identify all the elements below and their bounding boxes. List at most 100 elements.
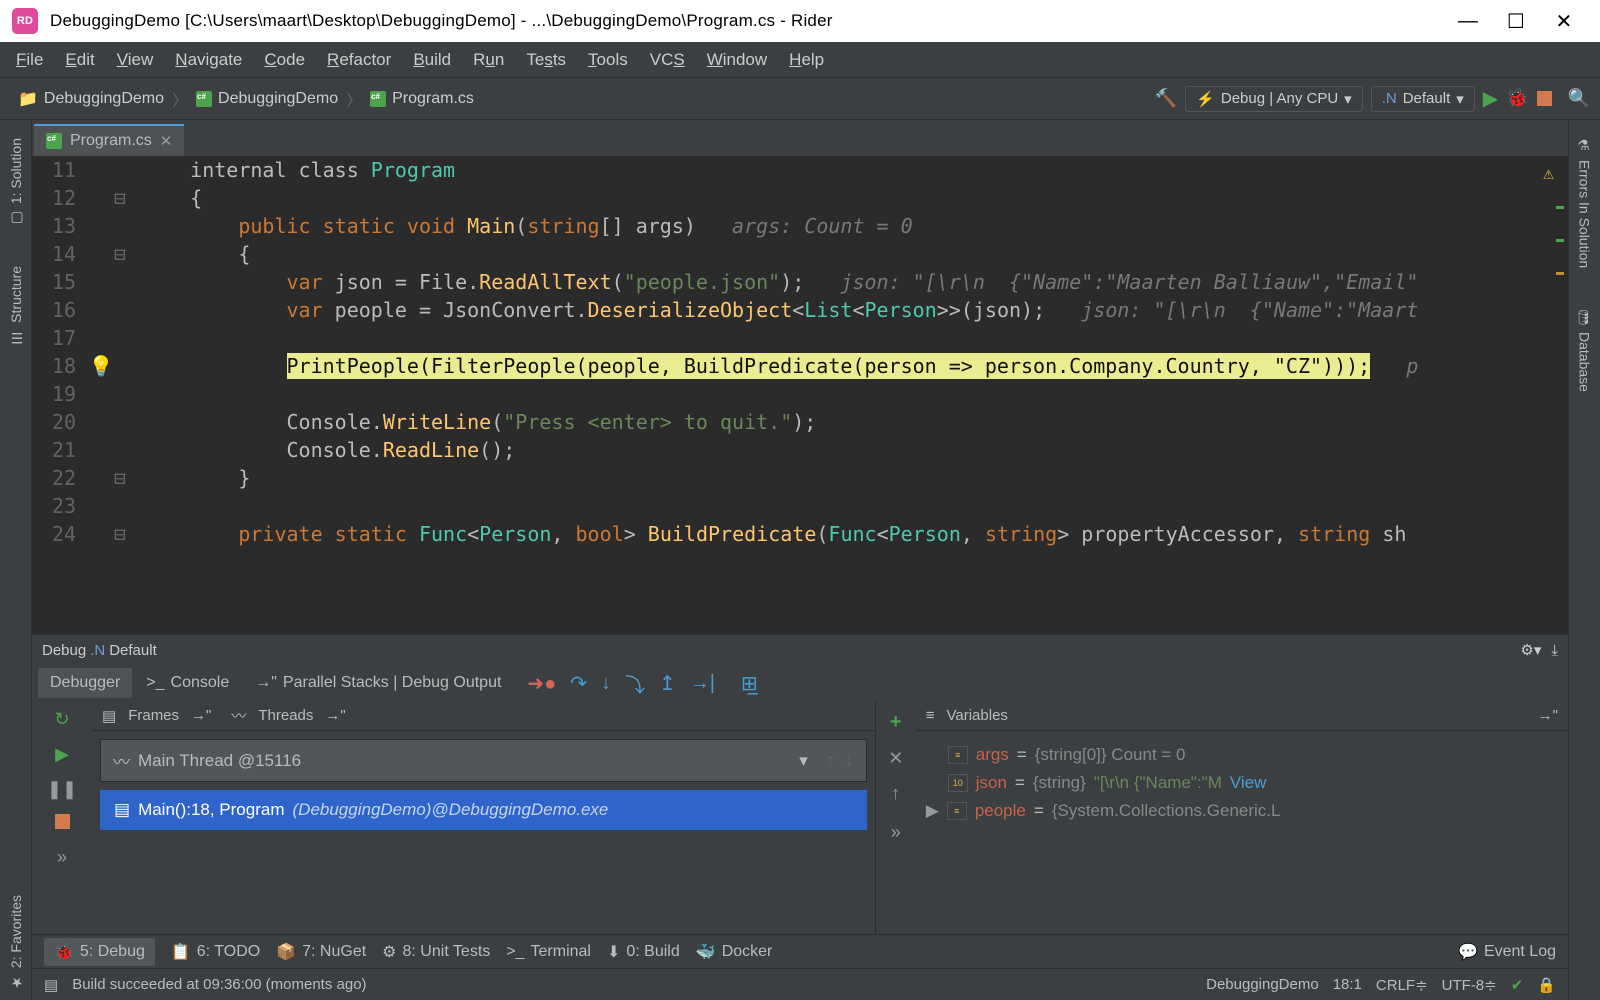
bottom-tab[interactable]: ⬇0: Build (607, 942, 680, 962)
favorites-tab[interactable]: ★2: Favorites (6, 885, 26, 1000)
encoding[interactable]: UTF-8≑ (1442, 976, 1497, 994)
bottom-tab[interactable]: 🐳Docker (696, 942, 773, 962)
code-line[interactable]: 21 Console.ReadLine(); (32, 436, 1568, 464)
build-icon[interactable]: 🔨 (1155, 88, 1177, 109)
rerun-icon[interactable]: ↻ (54, 709, 69, 730)
fold-icon[interactable]: ⊟ (114, 184, 142, 212)
prev-frame-icon[interactable]: ↑ (826, 750, 835, 771)
debug-button[interactable]: 🐞 (1506, 88, 1528, 109)
menu-edit[interactable]: Edit (55, 46, 104, 74)
step-into-icon[interactable]: ↓ (601, 672, 611, 695)
menu-build[interactable]: Build (403, 46, 461, 74)
step-over-icon[interactable]: ↷ (570, 671, 587, 696)
next-frame-icon[interactable]: ↓ (845, 750, 854, 771)
config-combo[interactable]: ⚡ Debug | Any CPU ▾ (1185, 86, 1363, 112)
menu-tools[interactable]: Tools (578, 46, 638, 74)
lock-icon[interactable]: 🔒 (1537, 976, 1556, 994)
editor-tab-program[interactable]: Program.cs ✕ (34, 124, 184, 156)
run-to-cursor-icon[interactable]: →| (690, 672, 715, 695)
crumb-project[interactable]: DebuggingDemo (218, 90, 338, 108)
database-tab[interactable]: 🛢Database (1575, 298, 1595, 402)
bottom-tab[interactable]: 🐞5: Debug (44, 938, 155, 966)
crumb-file[interactable]: Program.cs (392, 90, 474, 108)
gear-icon[interactable]: ⚙▾ (1520, 641, 1541, 659)
variable-row[interactable]: ▶≡people = {System.Collections.Generic.L (926, 797, 1558, 825)
bottom-tab[interactable]: >_Terminal (506, 943, 591, 961)
add-watch-icon[interactable]: + (890, 711, 902, 734)
bottom-tab[interactable]: 📋6: TODO (171, 942, 260, 962)
console-tab[interactable]: >_Console (134, 668, 241, 698)
menu-run[interactable]: Run (463, 46, 514, 74)
code-line[interactable]: 19 (32, 380, 1568, 408)
expand-icon[interactable]: ▶ (926, 801, 939, 821)
maximize-button[interactable]: ☐ (1492, 9, 1540, 34)
menu-tests[interactable]: Tests (516, 46, 576, 74)
resume-icon[interactable]: ▶ (55, 744, 69, 765)
structure-tab[interactable]: ☰Structure (6, 256, 26, 355)
crumb-solution[interactable]: DebuggingDemo (44, 90, 164, 108)
download-icon[interactable]: ⤓ (1551, 642, 1558, 659)
menu-window[interactable]: Window (697, 46, 777, 74)
more-icon[interactable]: » (887, 818, 905, 847)
menu-code[interactable]: Code (254, 46, 315, 74)
bottom-tab[interactable]: ⚙8: Unit Tests (382, 942, 490, 962)
code-line[interactable]: 12⊟ { (32, 184, 1568, 212)
code-line[interactable]: 13 public static void Main(string[] args… (32, 212, 1568, 240)
code-line[interactable]: 18💡 PrintPeople(FilterPeople(people, Bui… (32, 352, 1568, 380)
menu-view[interactable]: View (107, 46, 164, 74)
code-editor[interactable]: ⚠ 11 internal class Program12⊟ {13 publi… (32, 156, 1568, 634)
bottom-tab[interactable]: 📦7: NuGet (276, 942, 366, 962)
more-icon[interactable]: » (53, 843, 71, 872)
line-ending[interactable]: CRLF≑ (1376, 976, 1428, 994)
evaluate-icon[interactable]: ⊞̲ (741, 671, 758, 696)
thread-selector[interactable]: 〰 Main Thread @15116 ▾ ↑↓ (100, 739, 867, 782)
errors-tab[interactable]: ⚗Errors In Solution (1575, 128, 1595, 278)
debugger-tab[interactable]: Debugger (38, 668, 132, 698)
minimize-button[interactable]: — (1444, 10, 1492, 33)
run-button[interactable]: ▶ (1483, 86, 1498, 111)
code-line[interactable]: 15 var json = File.ReadAllText("people.j… (32, 268, 1568, 296)
menu-navigate[interactable]: Navigate (165, 46, 252, 74)
pause-icon[interactable]: ❚❚ (47, 779, 77, 800)
code-line[interactable]: 17 (32, 324, 1568, 352)
close-button[interactable]: ✕ (1540, 9, 1588, 34)
search-icon[interactable]: 🔍 (1568, 88, 1590, 109)
stack-frame-row[interactable]: ▤ Main():18, Program (DebuggingDemo)@Deb… (100, 790, 867, 830)
variable-row[interactable]: 10json = {string} "[\r\n {"Name":"MView (926, 769, 1558, 797)
menu-help[interactable]: Help (779, 46, 834, 74)
variables-list[interactable]: ≡args = {string[0]} Count = 010json = {s… (916, 731, 1568, 934)
code-line[interactable]: 22⊟ } (32, 464, 1568, 492)
parallel-stacks-tab[interactable]: →" Parallel Stacks | Debug Output (243, 668, 513, 698)
solution-tab[interactable]: ▢1: Solution (6, 128, 26, 236)
restore-layout-icon[interactable]: →" (1538, 707, 1558, 724)
menu-refactor[interactable]: Refactor (317, 46, 401, 74)
code-line[interactable]: 14⊟ { (32, 240, 1568, 268)
event-log-button[interactable]: 💬Event Log (1458, 942, 1556, 962)
remove-watch-icon[interactable]: ✕ (888, 748, 903, 769)
variable-row[interactable]: ≡args = {string[0]} Count = 0 (926, 741, 1558, 769)
code-line[interactable]: 20 Console.WriteLine("Press <enter> to q… (32, 408, 1568, 436)
warning-icon[interactable]: ⚠ (1543, 160, 1554, 188)
code-line[interactable]: 24⊟ private static Func<Person, bool> Bu… (32, 520, 1568, 548)
fold-icon[interactable]: ⊟ (114, 240, 142, 268)
stop-button[interactable] (1537, 91, 1552, 106)
menu-vcs[interactable]: VCS (640, 46, 695, 74)
code-line[interactable]: 23 (32, 492, 1568, 520)
error-stripe[interactable] (1556, 206, 1566, 305)
code-line[interactable]: 11 internal class Program (32, 156, 1568, 184)
inspection-icon[interactable]: ✔ (1511, 976, 1524, 994)
target-combo[interactable]: .N Default ▾ (1371, 86, 1475, 112)
bulb-icon[interactable]: 💡 (88, 352, 114, 380)
caret-position[interactable]: 18:1 (1333, 976, 1362, 993)
force-step-into-icon[interactable]: ⤵ (625, 669, 645, 698)
stop-debug-icon[interactable] (55, 814, 70, 829)
show-execution-point-icon[interactable]: ➜● (527, 671, 556, 696)
code-line[interactable]: 16 var people = JsonConvert.DeserializeO… (32, 296, 1568, 324)
step-out-icon[interactable]: ↥ (659, 671, 676, 696)
breadcrumb[interactable]: 📁 DebuggingDemo 〉 DebuggingDemo 〉 Progra… (10, 87, 482, 111)
menu-file[interactable]: File (6, 46, 53, 74)
up-icon[interactable]: ↑ (891, 783, 900, 804)
fold-icon[interactable]: ⊟ (114, 520, 142, 548)
fold-icon[interactable]: ⊟ (114, 464, 142, 492)
close-tab-icon[interactable]: ✕ (160, 132, 173, 150)
